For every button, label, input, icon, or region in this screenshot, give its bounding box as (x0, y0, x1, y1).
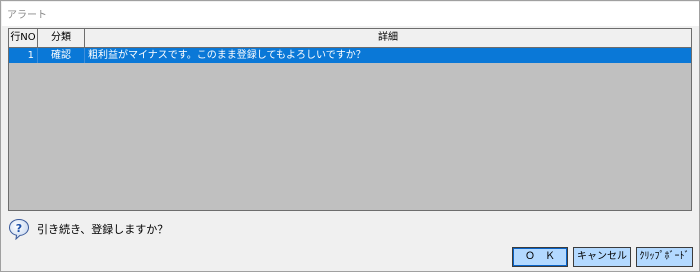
cell-category: 確認 (38, 48, 85, 63)
alert-dialog: アラート 行NO 分類 詳細 1 確認 粗利益がマイナスです。このまま登録しても… (0, 0, 700, 272)
title-bar: アラート (2, 2, 699, 26)
grid-header: 行NO 分類 詳細 (9, 29, 691, 48)
column-header-detail[interactable]: 詳細 (85, 29, 691, 47)
clipboard-button[interactable]: ｸﾘｯﾌﾟﾎﾞｰﾄﾞ (636, 247, 693, 267)
column-header-row-no[interactable]: 行NO (9, 29, 38, 47)
cell-row-no: 1 (9, 48, 38, 63)
ok-button[interactable]: Ｏ Ｋ (512, 247, 568, 267)
window-title: アラート (7, 10, 47, 21)
column-header-category[interactable]: 分類 (38, 29, 85, 47)
question-icon: ? (8, 218, 30, 240)
cell-detail: 粗利益がマイナスです。このまま登録してもよろしいですか？ (88, 50, 366, 61)
cancel-button[interactable]: キャンセル (573, 247, 631, 267)
svg-text:?: ? (16, 222, 22, 235)
table-row[interactable]: 1 確認 粗利益がマイナスです。このまま登録してもよろしいですか？ (9, 48, 691, 63)
alert-grid[interactable]: 行NO 分類 詳細 1 確認 粗利益がマイナスです。このまま登録してもよろしいで… (8, 28, 692, 211)
confirmation-message: 引き続き、登録しますか？ (37, 223, 169, 236)
